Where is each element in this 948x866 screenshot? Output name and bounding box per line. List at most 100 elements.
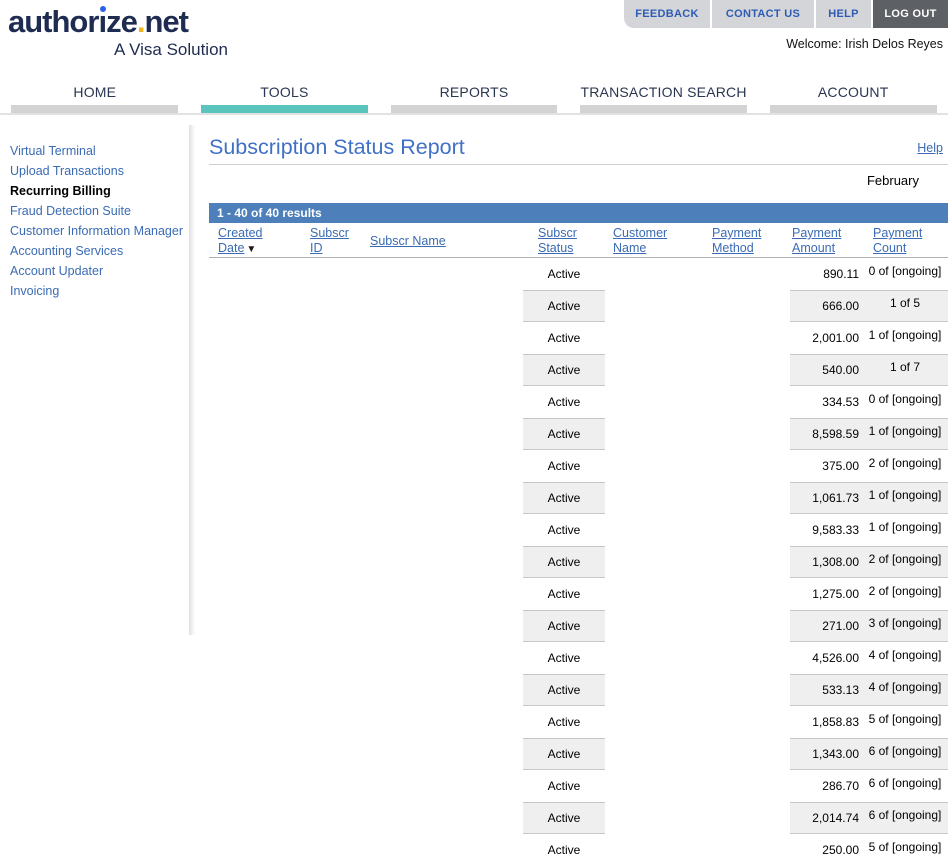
report-period: February bbox=[866, 173, 919, 188]
payment-count-value: 6 of [ongoing] bbox=[868, 776, 942, 790]
subscr-status-cell: Active bbox=[547, 843, 581, 857]
sidebar-item-recurring-billing[interactable]: Recurring Billing bbox=[10, 181, 190, 201]
sidebar-item-virtual-terminal[interactable]: Virtual Terminal bbox=[10, 141, 190, 161]
payment-cell: 890.11 0 of [ongoing] bbox=[790, 258, 948, 290]
payment-cell: 1,308.00 2 of [ongoing] bbox=[790, 546, 948, 578]
payment-count-value: 4 of [ongoing] bbox=[868, 680, 942, 694]
sidebar-item-upload-transactions[interactable]: Upload Transactions bbox=[10, 161, 190, 181]
payment-amount-value: 666.00 bbox=[822, 299, 859, 313]
payment-cell: 375.00 2 of [ongoing] bbox=[790, 450, 948, 482]
subscr-status-cell: Active bbox=[523, 546, 605, 578]
column-header-created-date[interactable]: Created Date ▼ bbox=[218, 226, 276, 257]
payment-cell: 286.70 6 of [ongoing] bbox=[790, 770, 948, 802]
sort-descending-icon: ▼ bbox=[246, 244, 257, 255]
sidebar: Virtual Terminal Upload Transactions Rec… bbox=[10, 141, 190, 301]
payment-amount-value: 890.11 bbox=[823, 267, 859, 281]
payment-cell: 9,583.33 1 of [ongoing] bbox=[790, 514, 948, 546]
table-row: Active 271.00 3 of [ongoing] bbox=[209, 610, 948, 642]
sidebar-item-accounting-services[interactable]: Accounting Services bbox=[10, 241, 190, 261]
table-row: Active 4,526.00 4 of [ongoing] bbox=[209, 642, 948, 674]
column-header-payment-count[interactable]: Payment Count bbox=[873, 226, 931, 256]
subscr-status-cell: Active bbox=[547, 395, 581, 409]
payment-cell: 2,001.00 1 of [ongoing] bbox=[790, 322, 948, 354]
payment-count-value: 2 of [ongoing] bbox=[868, 552, 942, 566]
payment-cell: 540.00 1 of 7 bbox=[790, 354, 948, 386]
payment-count-value: 1 of [ongoing] bbox=[868, 424, 942, 438]
payment-count-value: 5 of [ongoing] bbox=[868, 712, 942, 726]
payment-amount-value: 286.70 bbox=[822, 779, 859, 793]
payment-cell: 271.00 3 of [ongoing] bbox=[790, 610, 948, 642]
table-row: Active 250.00 5 of [ongoing] bbox=[209, 834, 948, 866]
sidebar-item-account-updater[interactable]: Account Updater bbox=[10, 261, 190, 281]
subscr-status-cell: Active bbox=[523, 354, 605, 386]
subscr-status-cell: Active bbox=[523, 738, 605, 770]
payment-count-value: 3 of [ongoing] bbox=[868, 616, 942, 630]
column-header-subscr-id[interactable]: Subscr ID bbox=[310, 226, 358, 256]
payment-amount-value: 334.53 bbox=[822, 395, 859, 409]
payment-count-value: 6 of [ongoing] bbox=[868, 744, 942, 758]
help-link[interactable]: Help bbox=[917, 141, 943, 155]
tab-home[interactable]: HOME bbox=[0, 84, 190, 113]
payment-count-value: 6 of [ongoing] bbox=[868, 808, 942, 822]
logo-blue-dot-icon bbox=[100, 6, 107, 12]
logo-wordmark: authorı ze.net bbox=[8, 4, 189, 39]
payment-cell: 4,526.00 4 of [ongoing] bbox=[790, 642, 948, 674]
payment-cell: 533.13 4 of [ongoing] bbox=[790, 674, 948, 706]
column-header-customer-name[interactable]: Customer Name bbox=[613, 226, 679, 256]
payment-amount-value: 533.13 bbox=[822, 683, 859, 697]
brand-tagline: A Visa Solution bbox=[113, 40, 228, 59]
column-header-payment-method[interactable]: Payment Method bbox=[712, 226, 770, 256]
subscr-status-cell: Active bbox=[547, 523, 581, 537]
subscr-status-cell: Active bbox=[547, 715, 581, 729]
payment-amount-value: 1,343.00 bbox=[812, 747, 859, 761]
payment-count-value: 5 of [ongoing] bbox=[868, 840, 942, 854]
logo-i-letter: ı bbox=[98, 4, 107, 39]
table-row: Active 334.53 0 of [ongoing] bbox=[209, 386, 948, 418]
payment-amount-value: 1,858.83 bbox=[812, 715, 859, 729]
column-header-payment-amount[interactable]: Payment Amount bbox=[792, 226, 850, 256]
table-header-row: Created Date ▼ Subscr ID Subscr Name Subs… bbox=[209, 223, 948, 258]
table-row: Active 375.00 2 of [ongoing] bbox=[209, 450, 948, 482]
payment-count-value: 1 of [ongoing] bbox=[868, 328, 942, 342]
payment-count-value: 1 of [ongoing] bbox=[868, 520, 942, 534]
payment-amount-value: 2,001.00 bbox=[812, 331, 859, 345]
subscr-status-cell: Active bbox=[523, 482, 605, 514]
column-header-subscr-status[interactable]: Subscr Status bbox=[538, 226, 590, 256]
payment-count-value: 1 of 5 bbox=[889, 296, 921, 310]
payment-cell: 1,061.73 1 of [ongoing] bbox=[790, 482, 948, 514]
brand-logo: authorı ze.net A Visa Solution bbox=[8, 5, 230, 60]
sidebar-item-invoicing[interactable]: Invoicing bbox=[10, 281, 190, 301]
payment-cell: 8,598.59 1 of [ongoing] bbox=[790, 418, 948, 450]
table-row: Active 666.00 1 of 5 bbox=[209, 290, 948, 322]
table-row: Active 533.13 4 of [ongoing] bbox=[209, 674, 948, 706]
table-row: Active 1,858.83 5 of [ongoing] bbox=[209, 706, 948, 738]
sidebar-divider bbox=[189, 125, 195, 635]
table-row: Active 1,061.73 1 of [ongoing] bbox=[209, 482, 948, 514]
subscr-status-cell: Active bbox=[547, 587, 581, 601]
table-row: Active 1,343.00 6 of [ongoing] bbox=[209, 738, 948, 770]
payment-amount-value: 9,583.33 bbox=[812, 523, 859, 537]
subscr-status-cell: Active bbox=[547, 459, 581, 473]
title-divider bbox=[209, 164, 948, 165]
table-row: Active 1,308.00 2 of [ongoing] bbox=[209, 546, 948, 578]
subscr-status-cell: Active bbox=[547, 331, 581, 345]
payment-cell: 1,275.00 2 of [ongoing] bbox=[790, 578, 948, 610]
sidebar-item-fraud-detection-suite[interactable]: Fraud Detection Suite bbox=[10, 201, 190, 221]
subscr-status-cell: Active bbox=[523, 418, 605, 450]
payment-count-value: 1 of [ongoing] bbox=[868, 488, 942, 502]
table-row: Active 286.70 6 of [ongoing] bbox=[209, 770, 948, 802]
sidebar-item-customer-information-manager[interactable]: Customer Information Manager bbox=[10, 221, 190, 241]
subscr-status-cell: Active bbox=[547, 779, 581, 793]
subscr-status-cell: Active bbox=[523, 290, 605, 322]
column-header-subscr-name[interactable]: Subscr Name bbox=[370, 234, 500, 249]
payment-amount-value: 8,598.59 bbox=[812, 427, 859, 441]
results-summary-bar: 1 - 40 of 40 results bbox=[209, 203, 948, 223]
payment-count-value: 4 of [ongoing] bbox=[868, 648, 942, 662]
subscr-status-cell: Active bbox=[547, 651, 581, 665]
subscr-status-cell: Active bbox=[523, 802, 605, 834]
payment-amount-value: 250.00 bbox=[822, 843, 859, 857]
payment-count-value: 2 of [ongoing] bbox=[868, 584, 942, 598]
subscr-status-cell: Active bbox=[547, 267, 581, 281]
payment-cell: 2,014.74 6 of [ongoing] bbox=[790, 802, 948, 834]
payment-count-value: 0 of [ongoing] bbox=[868, 264, 942, 278]
